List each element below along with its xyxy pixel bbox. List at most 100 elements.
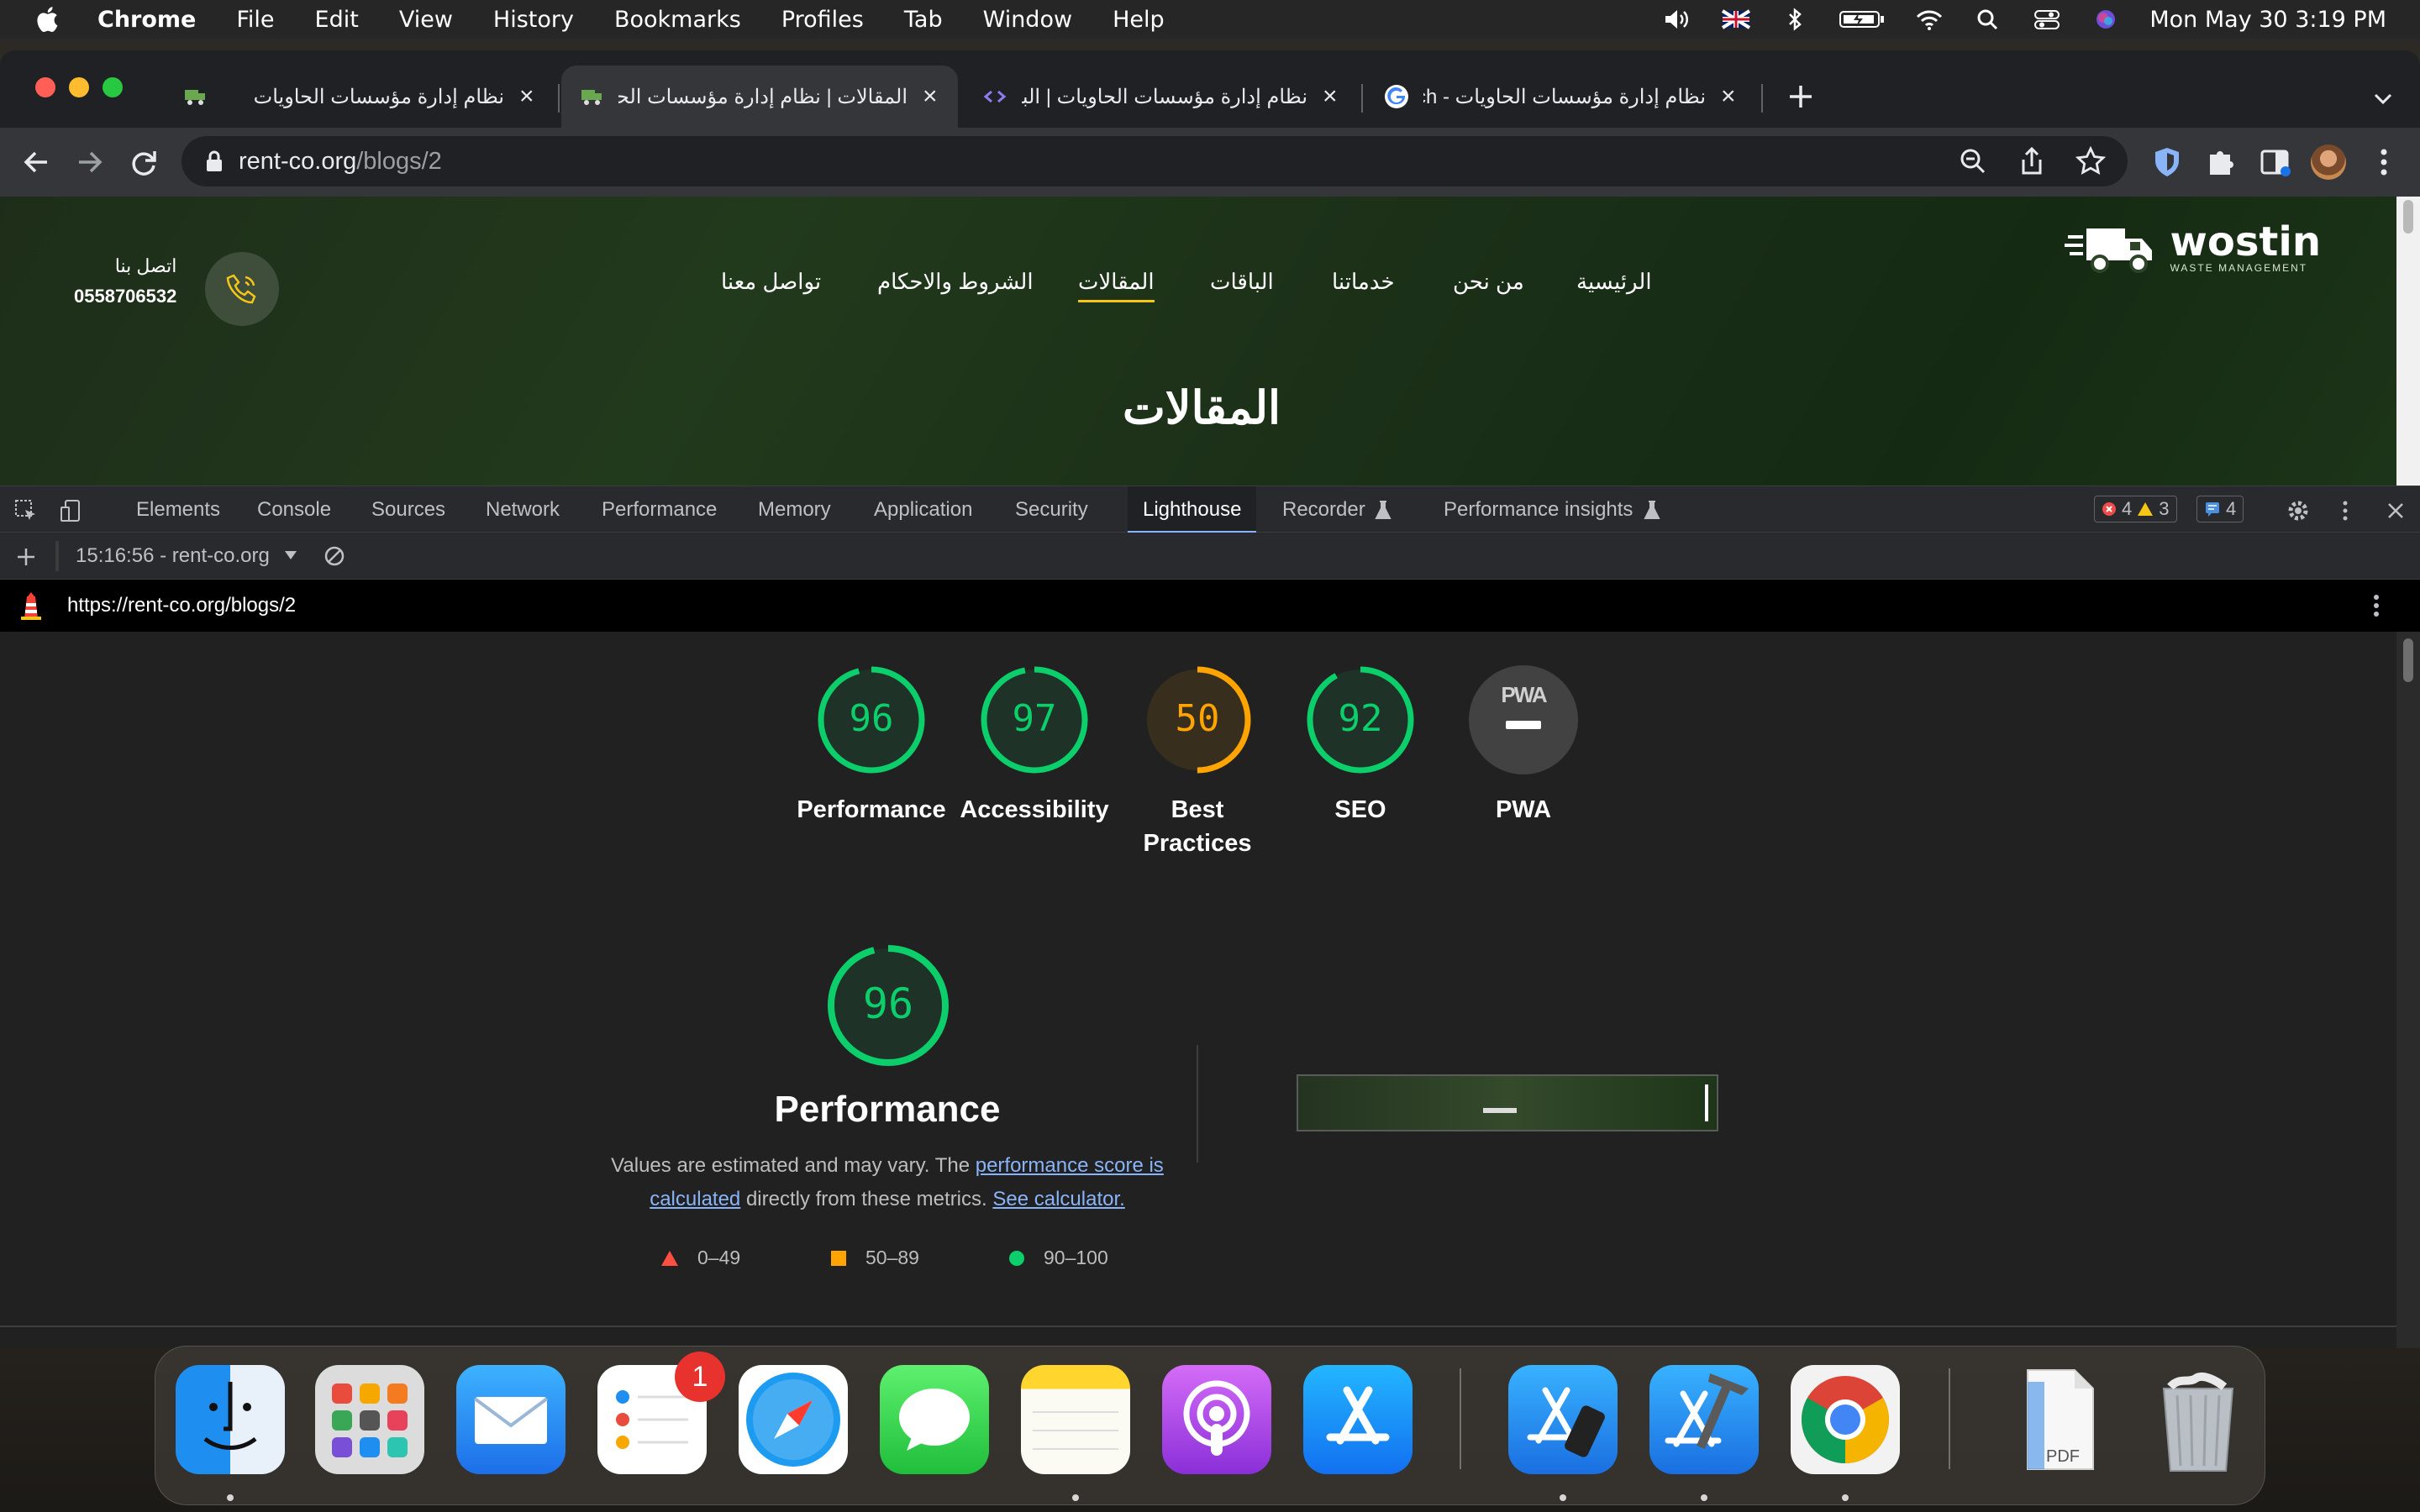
nav-contact[interactable]: تواصل معنا — [721, 269, 821, 295]
nav-home[interactable]: الرئيسية — [1576, 269, 1652, 295]
podcasts-icon[interactable] — [1162, 1365, 1271, 1474]
phone-button[interactable] — [205, 252, 279, 326]
extension-shield-icon[interactable] — [2148, 143, 2186, 181]
tab-search-chevron-icon[interactable] — [2370, 86, 2396, 113]
tab-recorder[interactable]: Recorder — [1267, 486, 1381, 533]
xcode-icon[interactable] — [1649, 1365, 1759, 1474]
side-panel-icon[interactable] — [2255, 143, 2294, 181]
score-gauge-best-practices[interactable]: 50 Best Practices — [1143, 665, 1252, 860]
bookmark-star-icon[interactable] — [2074, 144, 2107, 178]
devtools-more-icon[interactable] — [2333, 498, 2358, 523]
menu-tab[interactable]: Tab — [904, 7, 943, 33]
apple-icon[interactable] — [34, 4, 64, 34]
devtools-close-icon[interactable] — [2383, 498, 2408, 523]
wifi-icon[interactable] — [1914, 8, 1944, 31]
window-minimize-button[interactable] — [69, 77, 89, 97]
tab-close-icon[interactable]: × — [1323, 84, 1341, 109]
menu-clock[interactable]: Mon May 30 3:19 PM — [2149, 7, 2386, 33]
safari-icon[interactable] — [739, 1365, 848, 1474]
tab-console[interactable]: Console — [242, 486, 346, 533]
mail-icon[interactable] — [456, 1365, 566, 1474]
finder-icon[interactable] — [176, 1365, 285, 1474]
profile-avatar[interactable] — [2311, 144, 2346, 180]
dropdown-caret-icon[interactable] — [284, 549, 297, 561]
messages-badge[interactable]: 4 — [2196, 496, 2244, 522]
tab-memory[interactable]: Memory — [743, 486, 846, 533]
window-zoom-button[interactable] — [103, 77, 123, 97]
battery-icon[interactable] — [1839, 8, 1886, 31]
menu-edit[interactable]: Edit — [315, 7, 359, 33]
score-gauge-seo[interactable]: 92 SEO — [1306, 665, 1415, 827]
menu-bookmarks[interactable]: Bookmarks — [614, 7, 741, 33]
tab-4[interactable]: نظام إدارة مؤسسات الحاويات - arch × — [1366, 66, 1756, 128]
tab-close-icon[interactable]: × — [923, 84, 941, 109]
tab-1[interactable]: نظام إدارة مؤسسات الحاويات × — [165, 66, 555, 128]
messages-icon[interactable] — [880, 1365, 989, 1474]
bluetooth-icon[interactable] — [1780, 8, 1810, 31]
forward-icon[interactable] — [71, 143, 109, 181]
trash-icon[interactable] — [2144, 1365, 2253, 1474]
score-gauge-accessibility[interactable]: 97 Accessibility — [960, 665, 1109, 827]
tab-sources[interactable]: Sources — [356, 486, 460, 533]
devtools-settings-gear-icon[interactable] — [2286, 498, 2311, 523]
volume-icon[interactable] — [1662, 8, 1692, 31]
inspect-element-icon[interactable] — [13, 498, 39, 523]
lock-icon[interactable] — [205, 150, 224, 172]
report-scrollbar[interactable] — [2396, 632, 2420, 1348]
scrollbar-thumb[interactable] — [2403, 638, 2413, 682]
contact-number[interactable]: 0558706532 — [74, 286, 176, 307]
pdf-document-icon[interactable]: PDF — [2002, 1365, 2112, 1474]
issues-badge[interactable]: 4 3 — [2094, 496, 2177, 522]
score-gauge-pwa[interactable]: PWA PWA — [1469, 665, 1578, 827]
notes-icon[interactable] — [1021, 1365, 1130, 1474]
uk-flag-icon[interactable] — [1721, 8, 1751, 31]
siri-icon[interactable] — [2091, 8, 2121, 31]
clear-report-icon[interactable] — [323, 544, 346, 568]
tab-2-active[interactable]: المقالات | نظام إدارة مؤسسات الحاو × — [561, 66, 958, 128]
nav-terms[interactable]: الشروط والاحكام — [877, 269, 1034, 295]
tab-network[interactable]: Network — [471, 486, 575, 533]
nav-services[interactable]: خدماتنا — [1332, 269, 1395, 295]
menu-help[interactable]: Help — [1113, 7, 1165, 33]
tab-lighthouse[interactable]: Lighthouse — [1128, 486, 1257, 533]
report-select[interactable]: 15:16:56 - rent-co.org — [76, 544, 270, 568]
final-screenshot-thumbnail[interactable] — [1297, 1074, 1718, 1131]
app-store-icon[interactable] — [1303, 1365, 1413, 1474]
menu-view[interactable]: View — [399, 7, 453, 33]
tab-performance-insights[interactable]: Performance insights — [1428, 486, 1648, 533]
chrome-menu-icon[interactable] — [2365, 143, 2403, 181]
tab-security[interactable]: Security — [1000, 486, 1103, 533]
tab-performance[interactable]: Performance — [587, 486, 732, 533]
tab-3[interactable]: نظام إدارة مؤسسات الحاويات | الباقا × — [965, 66, 1358, 128]
menu-app-name[interactable]: Chrome — [97, 7, 196, 33]
device-toolbar-icon[interactable] — [59, 498, 84, 523]
extensions-puzzle-icon[interactable] — [2202, 143, 2240, 181]
menu-file[interactable]: File — [236, 7, 274, 33]
chrome-icon[interactable] — [1791, 1365, 1900, 1474]
tab-application[interactable]: Application — [859, 486, 987, 533]
share-icon[interactable] — [2015, 144, 2049, 178]
launchpad-icon[interactable] — [315, 1365, 424, 1474]
report-menu-icon[interactable] — [2368, 591, 2385, 620]
see-calculator-link[interactable]: See calculator. — [992, 1188, 1124, 1210]
nav-articles[interactable]: المقالات — [1078, 269, 1155, 302]
tab-elements[interactable]: Elements — [121, 486, 235, 533]
new-tab-icon[interactable] — [1786, 82, 1815, 111]
score-gauge-performance[interactable]: 96 Performance — [797, 665, 946, 827]
page-scrollbar[interactable] — [2396, 197, 2420, 486]
nav-about[interactable]: من نحن — [1453, 269, 1524, 295]
reload-icon[interactable] — [124, 143, 163, 181]
tab-close-icon[interactable]: × — [519, 84, 538, 109]
back-icon[interactable] — [17, 143, 55, 181]
window-close-button[interactable] — [35, 77, 55, 97]
menu-window[interactable]: Window — [983, 7, 1072, 33]
tab-close-icon[interactable]: × — [1721, 84, 1739, 109]
spotlight-search-icon[interactable] — [1973, 8, 2003, 31]
simulator-icon[interactable] — [1508, 1365, 1618, 1474]
menu-profiles[interactable]: Profiles — [781, 7, 864, 33]
nav-packages[interactable]: الباقات — [1210, 269, 1274, 295]
address-bar[interactable]: rent-co.org/blogs/2 — [182, 136, 2128, 186]
control-center-icon[interactable] — [2032, 8, 2062, 31]
scrollbar-thumb[interactable] — [2403, 200, 2413, 234]
menu-history[interactable]: History — [493, 7, 574, 33]
